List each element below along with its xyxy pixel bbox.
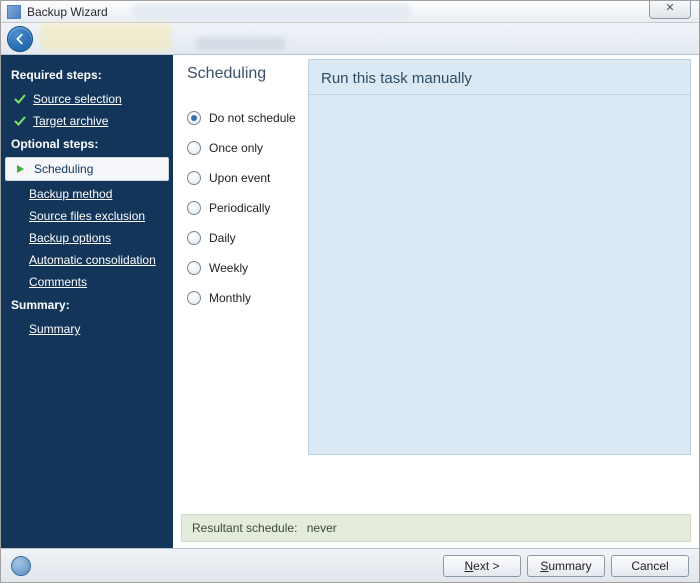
next-button[interactable]: Next >	[443, 555, 521, 577]
radio-label: Periodically	[209, 201, 270, 215]
option-detail-panel	[308, 95, 691, 455]
radio-daily[interactable]: Daily	[187, 223, 308, 253]
back-button[interactable]	[7, 26, 33, 52]
arrow-left-icon	[13, 32, 27, 46]
check-icon	[13, 114, 27, 128]
radio-icon	[187, 141, 201, 155]
sidebar-item-source-files-exclusion[interactable]: Source files exclusion	[1, 205, 173, 227]
help-icon[interactable]	[11, 556, 31, 576]
sidebar-item-label: Automatic consolidation	[29, 253, 156, 267]
radio-label: Daily	[209, 231, 236, 245]
sidebar: Required steps: Source selection Target …	[1, 55, 173, 548]
sidebar-item-automatic-consolidation[interactable]: Automatic consolidation	[1, 249, 173, 271]
cancel-button[interactable]: Cancel	[611, 555, 689, 577]
radio-upon-event[interactable]: Upon event	[187, 163, 308, 193]
sidebar-item-backup-method[interactable]: Backup method	[1, 183, 173, 205]
blur-decor	[41, 23, 171, 51]
sidebar-item-label: Scheduling	[34, 162, 93, 176]
radio-icon	[187, 201, 201, 215]
check-icon	[13, 92, 27, 106]
radio-label: Once only	[209, 141, 263, 155]
next-label: ext >	[473, 559, 499, 573]
summary-button[interactable]: Summary	[527, 555, 605, 577]
footer: Next > Summary Cancel	[1, 548, 699, 582]
radio-weekly[interactable]: Weekly	[187, 253, 308, 283]
radio-icon	[187, 231, 201, 245]
result-label: Resultant schedule:	[192, 521, 297, 535]
sidebar-header-summary: Summary:	[1, 293, 173, 318]
arrow-right-icon	[14, 162, 28, 176]
close-button[interactable]: ✕	[649, 1, 691, 19]
sidebar-item-scheduling[interactable]: Scheduling	[5, 157, 169, 181]
nav-strip	[1, 23, 699, 55]
content-header: Scheduling Run this task manually	[173, 55, 699, 95]
radio-label: Monthly	[209, 291, 251, 305]
result-bar: Resultant schedule: never	[181, 514, 691, 542]
sidebar-item-label: Backup options	[29, 231, 111, 245]
app-icon	[7, 5, 21, 19]
sidebar-header-optional: Optional steps:	[1, 132, 173, 157]
sidebar-item-summary[interactable]: Summary	[1, 318, 173, 340]
description-panel: Run this task manually	[308, 59, 691, 95]
options-row: Do not schedule Once only Upon event Per…	[173, 95, 699, 455]
sidebar-header-required: Required steps:	[1, 63, 173, 88]
sidebar-item-label: Source selection	[33, 92, 122, 106]
radio-icon	[187, 111, 201, 125]
result-value: never	[307, 521, 337, 535]
sidebar-item-label: Summary	[29, 322, 80, 336]
page-title: Scheduling	[173, 55, 308, 95]
main-area: Required steps: Source selection Target …	[1, 55, 699, 548]
radio-do-not-schedule[interactable]: Do not schedule	[187, 103, 308, 133]
sidebar-item-label: Target archive	[33, 114, 108, 128]
sidebar-item-label: Backup method	[29, 187, 112, 201]
radio-once-only[interactable]: Once only	[187, 133, 308, 163]
sidebar-item-comments[interactable]: Comments	[1, 271, 173, 293]
sidebar-item-label: Source files exclusion	[29, 209, 145, 223]
radio-label: Upon event	[209, 171, 270, 185]
radio-label: Do not schedule	[209, 111, 296, 125]
sidebar-item-source-selection[interactable]: Source selection	[1, 88, 173, 110]
schedule-options: Do not schedule Once only Upon event Per…	[173, 95, 308, 455]
radio-label: Weekly	[209, 261, 248, 275]
cancel-label: Cancel	[631, 559, 668, 573]
sidebar-item-backup-options[interactable]: Backup options	[1, 227, 173, 249]
summary-label: ummary	[548, 559, 591, 573]
blur-decor	[196, 37, 286, 51]
sidebar-item-target-archive[interactable]: Target archive	[1, 110, 173, 132]
title-blur	[131, 3, 411, 19]
radio-icon	[187, 291, 201, 305]
radio-icon	[187, 261, 201, 275]
radio-monthly[interactable]: Monthly	[187, 283, 308, 313]
content-pane: Scheduling Run this task manually Do not…	[173, 55, 699, 548]
titlebar: Backup Wizard ✕	[1, 1, 699, 23]
sidebar-item-label: Comments	[29, 275, 87, 289]
window-title: Backup Wizard	[27, 5, 108, 19]
radio-periodically[interactable]: Periodically	[187, 193, 308, 223]
radio-icon	[187, 171, 201, 185]
